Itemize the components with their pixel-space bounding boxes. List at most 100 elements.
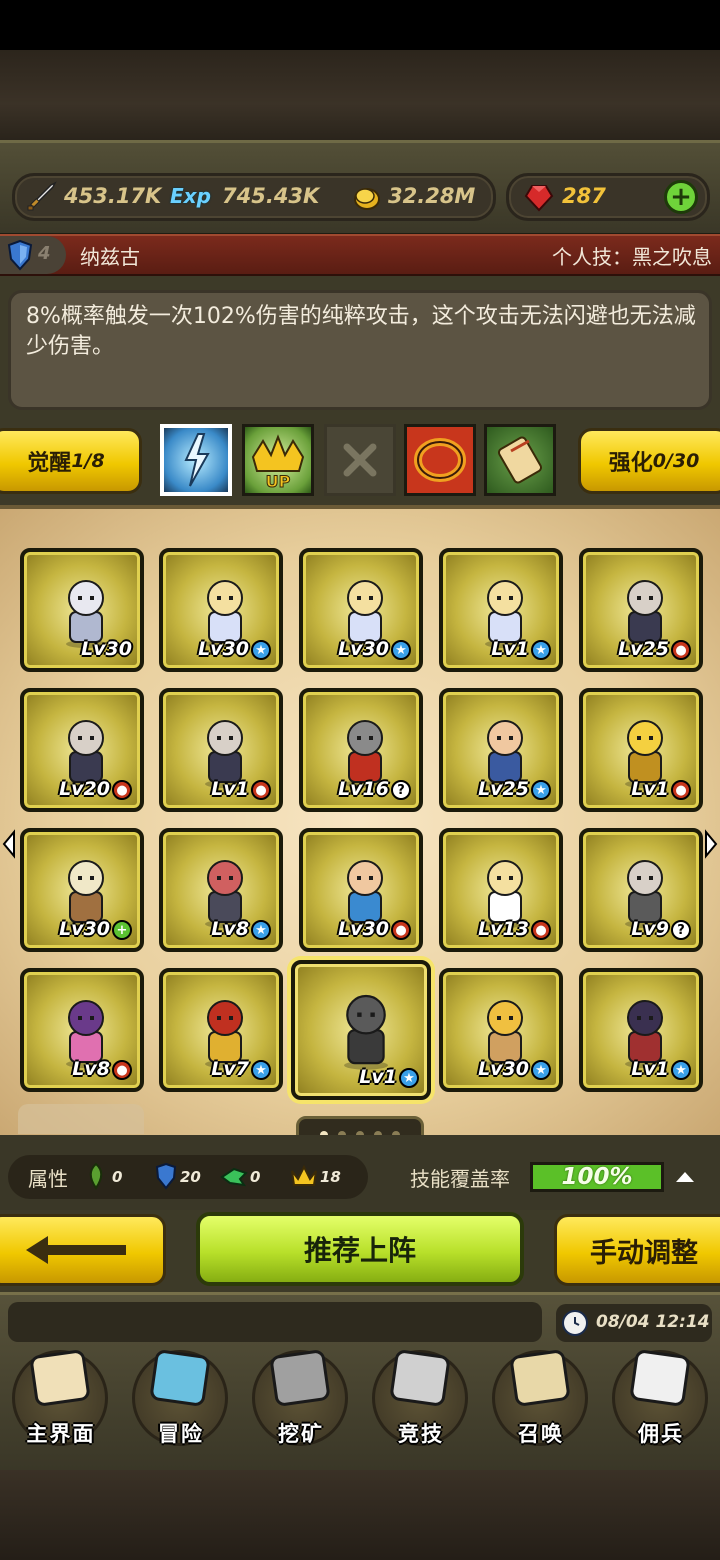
angel-hero-portrait <box>485 860 525 928</box>
hero-card[interactable]: Lv30 ★ <box>439 968 563 1092</box>
exp-value: 745.43K <box>222 184 320 208</box>
hero-level: Lv8 <box>211 918 249 940</box>
hero-card[interactable]: Lv20 ● <box>20 688 144 812</box>
defense-shield-icon <box>154 1162 178 1190</box>
tab-upgrade[interactable]: UP <box>242 424 314 496</box>
hero-level: Lv9 <box>631 918 669 940</box>
q-badge-icon: ? <box>391 780 411 800</box>
hero-card[interactable]: Lv9? <box>579 828 703 952</box>
tab-skill[interactable] <box>160 424 232 496</box>
king-hero-portrait <box>66 860 106 928</box>
skill-description: 8%概率触发一次102%伤害的纯粹攻击，这个攻击无法闪避也无法减少伤害。 <box>26 304 696 359</box>
awaken-button[interactable]: 觉醒 1/8 <box>0 428 142 494</box>
star-badge-icon: ★ <box>251 1060 271 1080</box>
hero-level: Lv25 <box>618 638 669 660</box>
rank-number: 4 <box>38 243 51 264</box>
star-badge-icon: ★ <box>671 1060 691 1080</box>
star-badge-icon: ★ <box>531 780 551 800</box>
hero-card[interactable]: Lv8 ● <box>20 968 144 1092</box>
nav-item[interactable]: 竞技 <box>362 1340 480 1452</box>
hero-card[interactable]: Lv30 ★ <box>159 548 283 672</box>
hero-level: Lv1 <box>359 1066 397 1088</box>
wing-icon <box>220 1164 248 1190</box>
tab-ring[interactable] <box>404 424 476 496</box>
nature-value: 0 <box>112 1168 123 1186</box>
game-time: 08/04 12:14 <box>596 1312 710 1332</box>
nav-item-label: 主界面 <box>26 1422 96 1446</box>
star-badge-icon: ★ <box>399 1068 419 1088</box>
star-badge-icon: ★ <box>531 1060 551 1080</box>
exp-icon: Exp <box>170 184 211 208</box>
nav-item[interactable]: 召唤 <box>482 1340 600 1452</box>
manual-adjust-button[interactable]: 手动调整 <box>554 1214 720 1286</box>
status-bar <box>0 0 720 50</box>
hero-card[interactable]: Lv30 ★ <box>299 548 423 672</box>
nav-item-label: 冒险 <box>158 1422 204 1446</box>
hero-card[interactable]: Lv13 ● <box>439 828 563 952</box>
star-badge-icon: ★ <box>251 640 271 660</box>
hero-card[interactable]: Lv25 ● <box>579 548 703 672</box>
nav-item-label: 召唤 <box>518 1422 564 1446</box>
back-button[interactable] <box>0 1214 166 1286</box>
hero-card[interactable]: Lv1 ★ <box>291 960 431 1100</box>
crown-up-icon: UP <box>251 434 305 492</box>
hero-card[interactable]: Lv8 ★ <box>159 828 283 952</box>
redhair-hero-portrait <box>205 860 245 928</box>
hero-card[interactable]: Lv30 + <box>20 828 144 952</box>
hero-card[interactable]: Lv16? <box>299 688 423 812</box>
bear-hero-portrait <box>66 580 106 648</box>
prev-page-arrow[interactable] <box>0 826 18 862</box>
bald-hero-portrait <box>485 720 525 788</box>
hero-card[interactable]: Lv30 <box>20 548 144 672</box>
hero-level: Lv1 <box>631 1058 669 1080</box>
panel-tab-stub <box>18 1104 144 1134</box>
coverage-label: 技能覆盖率 <box>410 1167 510 1191</box>
hero-level: Lv30 <box>59 918 110 940</box>
hero-card[interactable]: Lv1 ● <box>579 688 703 812</box>
dark-hero-portrait <box>625 1000 665 1068</box>
red-badge-icon: ● <box>251 780 271 800</box>
tent-icon <box>630 1350 690 1406</box>
hero-card[interactable]: Lv7 ★ <box>159 968 283 1092</box>
nav-item[interactable]: 佣兵 <box>602 1340 720 1452</box>
nav-item[interactable]: 冒险 <box>122 1340 240 1452</box>
plus-badge-icon: + <box>112 920 132 940</box>
wrestler-hero-portrait <box>345 860 385 928</box>
knight-hero-portrait <box>345 720 385 788</box>
hero-level: Lv1 <box>491 638 529 660</box>
hero-level: Lv30 <box>338 918 389 940</box>
red-badge-icon: ● <box>391 920 411 940</box>
hero-card[interactable]: Lv1 ★ <box>579 968 703 1092</box>
info-strip <box>8 1302 542 1342</box>
nav-item[interactable]: 主界面 <box>2 1340 120 1452</box>
tab-scroll[interactable] <box>484 424 556 496</box>
nav-item[interactable]: 挖矿 <box>242 1340 360 1452</box>
crown-icon <box>290 1162 318 1190</box>
recommend-deploy-button[interactable]: 推荐上阵 <box>196 1212 524 1286</box>
hero-level: Lv30 <box>338 638 389 660</box>
bearded-hero-portrait <box>625 580 665 648</box>
hero-level: Lv1 <box>211 778 249 800</box>
attack-value: 453.17K <box>64 184 162 208</box>
nav-item-label: 竞技 <box>398 1422 444 1446</box>
expand-arrow-icon[interactable] <box>674 1168 696 1184</box>
hero-card[interactable]: Lv30 ● <box>299 828 423 952</box>
star-badge-icon: ★ <box>391 640 411 660</box>
star-hero-portrait <box>625 720 665 788</box>
clock-icon <box>562 1310 588 1336</box>
shield-value: 20 <box>180 1168 201 1186</box>
tab-locked[interactable] <box>324 424 396 496</box>
hero-card[interactable]: Lv25 ★ <box>439 688 563 812</box>
next-page-arrow[interactable] <box>702 826 720 862</box>
summon-scroll-icon <box>510 1350 570 1406</box>
map-background-bottom <box>0 1470 720 1560</box>
blonde-hero-portrait <box>485 580 525 648</box>
hero-level: Lv7 <box>211 1058 249 1080</box>
map-background-top <box>0 50 720 140</box>
hero-card[interactable]: Lv1 ● <box>159 688 283 812</box>
add-gems-button[interactable]: + <box>664 180 698 214</box>
svg-text:UP: UP <box>266 472 291 491</box>
shield-icon <box>6 238 34 272</box>
enhance-button[interactable]: 强化 0/30 <box>578 428 720 494</box>
hero-card[interactable]: Lv1 ★ <box>439 548 563 672</box>
